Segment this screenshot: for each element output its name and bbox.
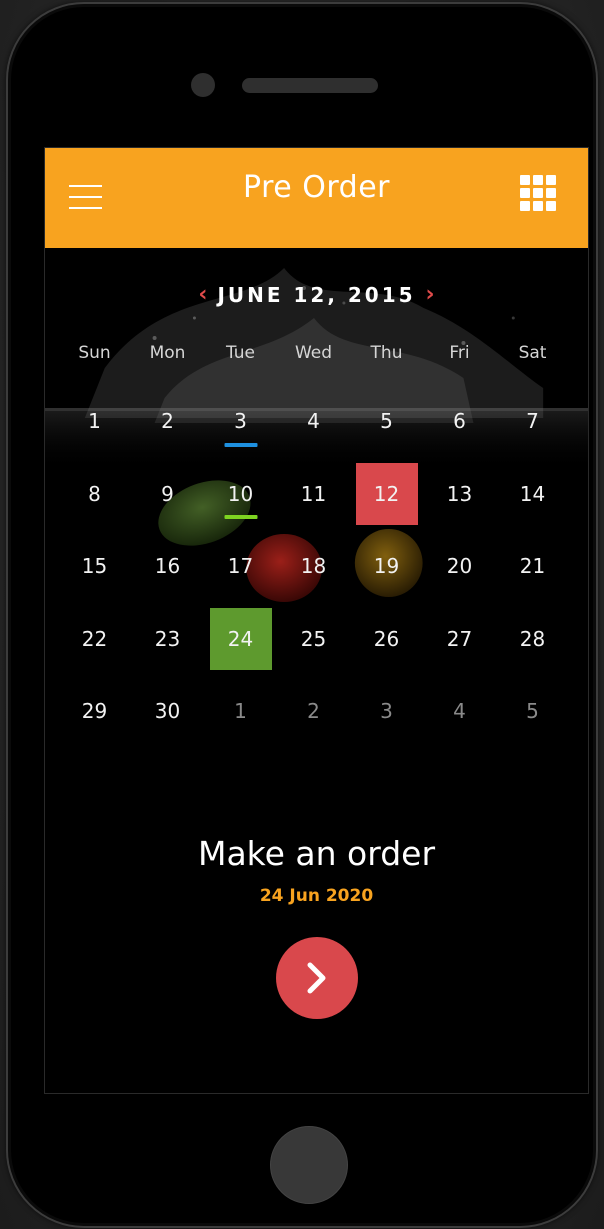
chevron-right-icon[interactable]: › [416, 282, 445, 307]
calendar-day[interactable]: 3 [204, 385, 277, 458]
month-title: JUNE 12, 2015 [217, 282, 416, 307]
day-number: 23 [154, 626, 181, 651]
calendar-day[interactable]: 8 [58, 458, 131, 531]
calendar-day[interactable]: 4 [277, 385, 350, 458]
calendar-day[interactable]: 26 [350, 603, 423, 676]
day-number: 7 [526, 409, 539, 434]
day-number: 2 [307, 699, 320, 724]
calendar-day[interactable]: 18 [277, 530, 350, 603]
month-navigation: ‹ JUNE 12, 2015 › [45, 282, 588, 307]
calendar-day[interactable]: 22 [58, 603, 131, 676]
day-number: 9 [161, 481, 174, 506]
calendar-day[interactable]: 19 [350, 530, 423, 603]
app-screen: Pre Order ‹ JUNE 12, 2015 › Sun Mon Tue … [44, 147, 589, 1094]
day-number: 22 [81, 626, 108, 651]
calendar-day[interactable]: 5 [350, 385, 423, 458]
weekday-label: Tue [225, 343, 256, 363]
day-number: 18 [300, 554, 327, 579]
calendar-day[interactable]: 12 [350, 458, 423, 531]
phone-frame: Pre Order ‹ JUNE 12, 2015 › Sun Mon Tue … [6, 2, 598, 1228]
day-number: 30 [154, 699, 181, 724]
calendar-day[interactable]: 6 [423, 385, 496, 458]
calendar-day[interactable]: 4 [423, 675, 496, 728]
weekday-label: Mon [149, 343, 186, 363]
day-number: 26 [373, 626, 400, 651]
calendar-day[interactable]: 2 [277, 675, 350, 728]
day-number: 11 [300, 481, 327, 506]
day-number: 21 [519, 554, 546, 579]
calendar-day[interactable]: 24 [204, 603, 277, 676]
calendar-day[interactable]: 7 [496, 385, 569, 458]
calendar-day[interactable]: 3 [350, 675, 423, 728]
weekday-label: Thu [370, 343, 403, 363]
chevron-right-icon [307, 962, 326, 994]
calendar-day[interactable]: 21 [496, 530, 569, 603]
weekday-label: Fri [449, 343, 470, 363]
day-number: 25 [300, 626, 327, 651]
home-button[interactable] [270, 1126, 348, 1204]
event-marker [224, 515, 257, 519]
grid-apps-icon[interactable] [520, 175, 556, 211]
calendar-day[interactable]: 30 [131, 675, 204, 728]
calendar-day[interactable]: 14 [496, 458, 569, 531]
calendar-day[interactable]: 1 [204, 675, 277, 728]
day-number: 27 [446, 626, 473, 651]
day-number: 1 [234, 699, 247, 724]
weekday-label: Wed [294, 343, 333, 363]
day-number: 3 [234, 409, 247, 434]
chevron-left-icon[interactable]: ‹ [188, 282, 217, 307]
weekday-label: Sat [518, 343, 547, 363]
calendar: ‹ JUNE 12, 2015 › Sun Mon Tue Wed Thu Fr… [45, 248, 588, 728]
app-header: Pre Order [45, 148, 588, 248]
camera-icon [191, 73, 215, 97]
calendar-day[interactable]: 11 [277, 458, 350, 531]
day-number: 28 [519, 626, 546, 651]
calendar-day[interactable]: 13 [423, 458, 496, 531]
day-number: 4 [307, 409, 320, 434]
day-number: 29 [81, 699, 108, 724]
page-title: Pre Order [243, 170, 390, 205]
make-order-button[interactable] [276, 937, 358, 1019]
day-number: 6 [453, 409, 466, 434]
weekday-header: Sun Mon Tue Wed Thu Fri Sat [58, 343, 570, 363]
weekday-label: Sun [78, 343, 111, 363]
calendar-day[interactable]: 9 [131, 458, 204, 531]
calendar-day[interactable]: 2 [131, 385, 204, 458]
calendar-day[interactable]: 10 [204, 458, 277, 531]
day-number: 15 [81, 554, 108, 579]
event-marker [224, 442, 257, 447]
day-number: 24 [227, 626, 254, 651]
day-number: 13 [446, 481, 473, 506]
day-number: 4 [453, 699, 466, 724]
calendar-day[interactable]: 29 [58, 675, 131, 728]
calendar-day[interactable]: 27 [423, 603, 496, 676]
order-title: Make an order [197, 834, 436, 873]
calendar-day[interactable]: 20 [423, 530, 496, 603]
day-number: 8 [88, 481, 101, 506]
calendar-day[interactable]: 5 [496, 675, 569, 728]
day-number: 19 [373, 554, 400, 579]
day-number: 5 [526, 699, 539, 724]
calendar-day[interactable]: 23 [131, 603, 204, 676]
day-number: 10 [227, 481, 254, 506]
day-number: 20 [446, 554, 473, 579]
calendar-day[interactable]: 1 [58, 385, 131, 458]
day-number: 5 [380, 409, 393, 434]
calendar-day[interactable]: 16 [131, 530, 204, 603]
calendar-day[interactable]: 25 [277, 603, 350, 676]
speaker-grille [242, 78, 378, 93]
order-date: 24 Jun 2020 [259, 886, 374, 906]
day-number: 14 [519, 481, 546, 506]
day-number: 2 [161, 409, 174, 434]
day-number: 12 [373, 481, 400, 506]
days-grid: 1 2 3 4 5 6 7 8 9 10 11 12 13 14 15 16 17 18 19 20 21 22 23 24 2… [58, 385, 570, 728]
day-number: 1 [88, 409, 101, 434]
day-number: 16 [154, 554, 181, 579]
calendar-day[interactable]: 28 [496, 603, 569, 676]
calendar-day[interactable]: 15 [58, 530, 131, 603]
day-number: 3 [380, 699, 393, 724]
day-number: 17 [227, 554, 254, 579]
calendar-day[interactable]: 17 [204, 530, 277, 603]
